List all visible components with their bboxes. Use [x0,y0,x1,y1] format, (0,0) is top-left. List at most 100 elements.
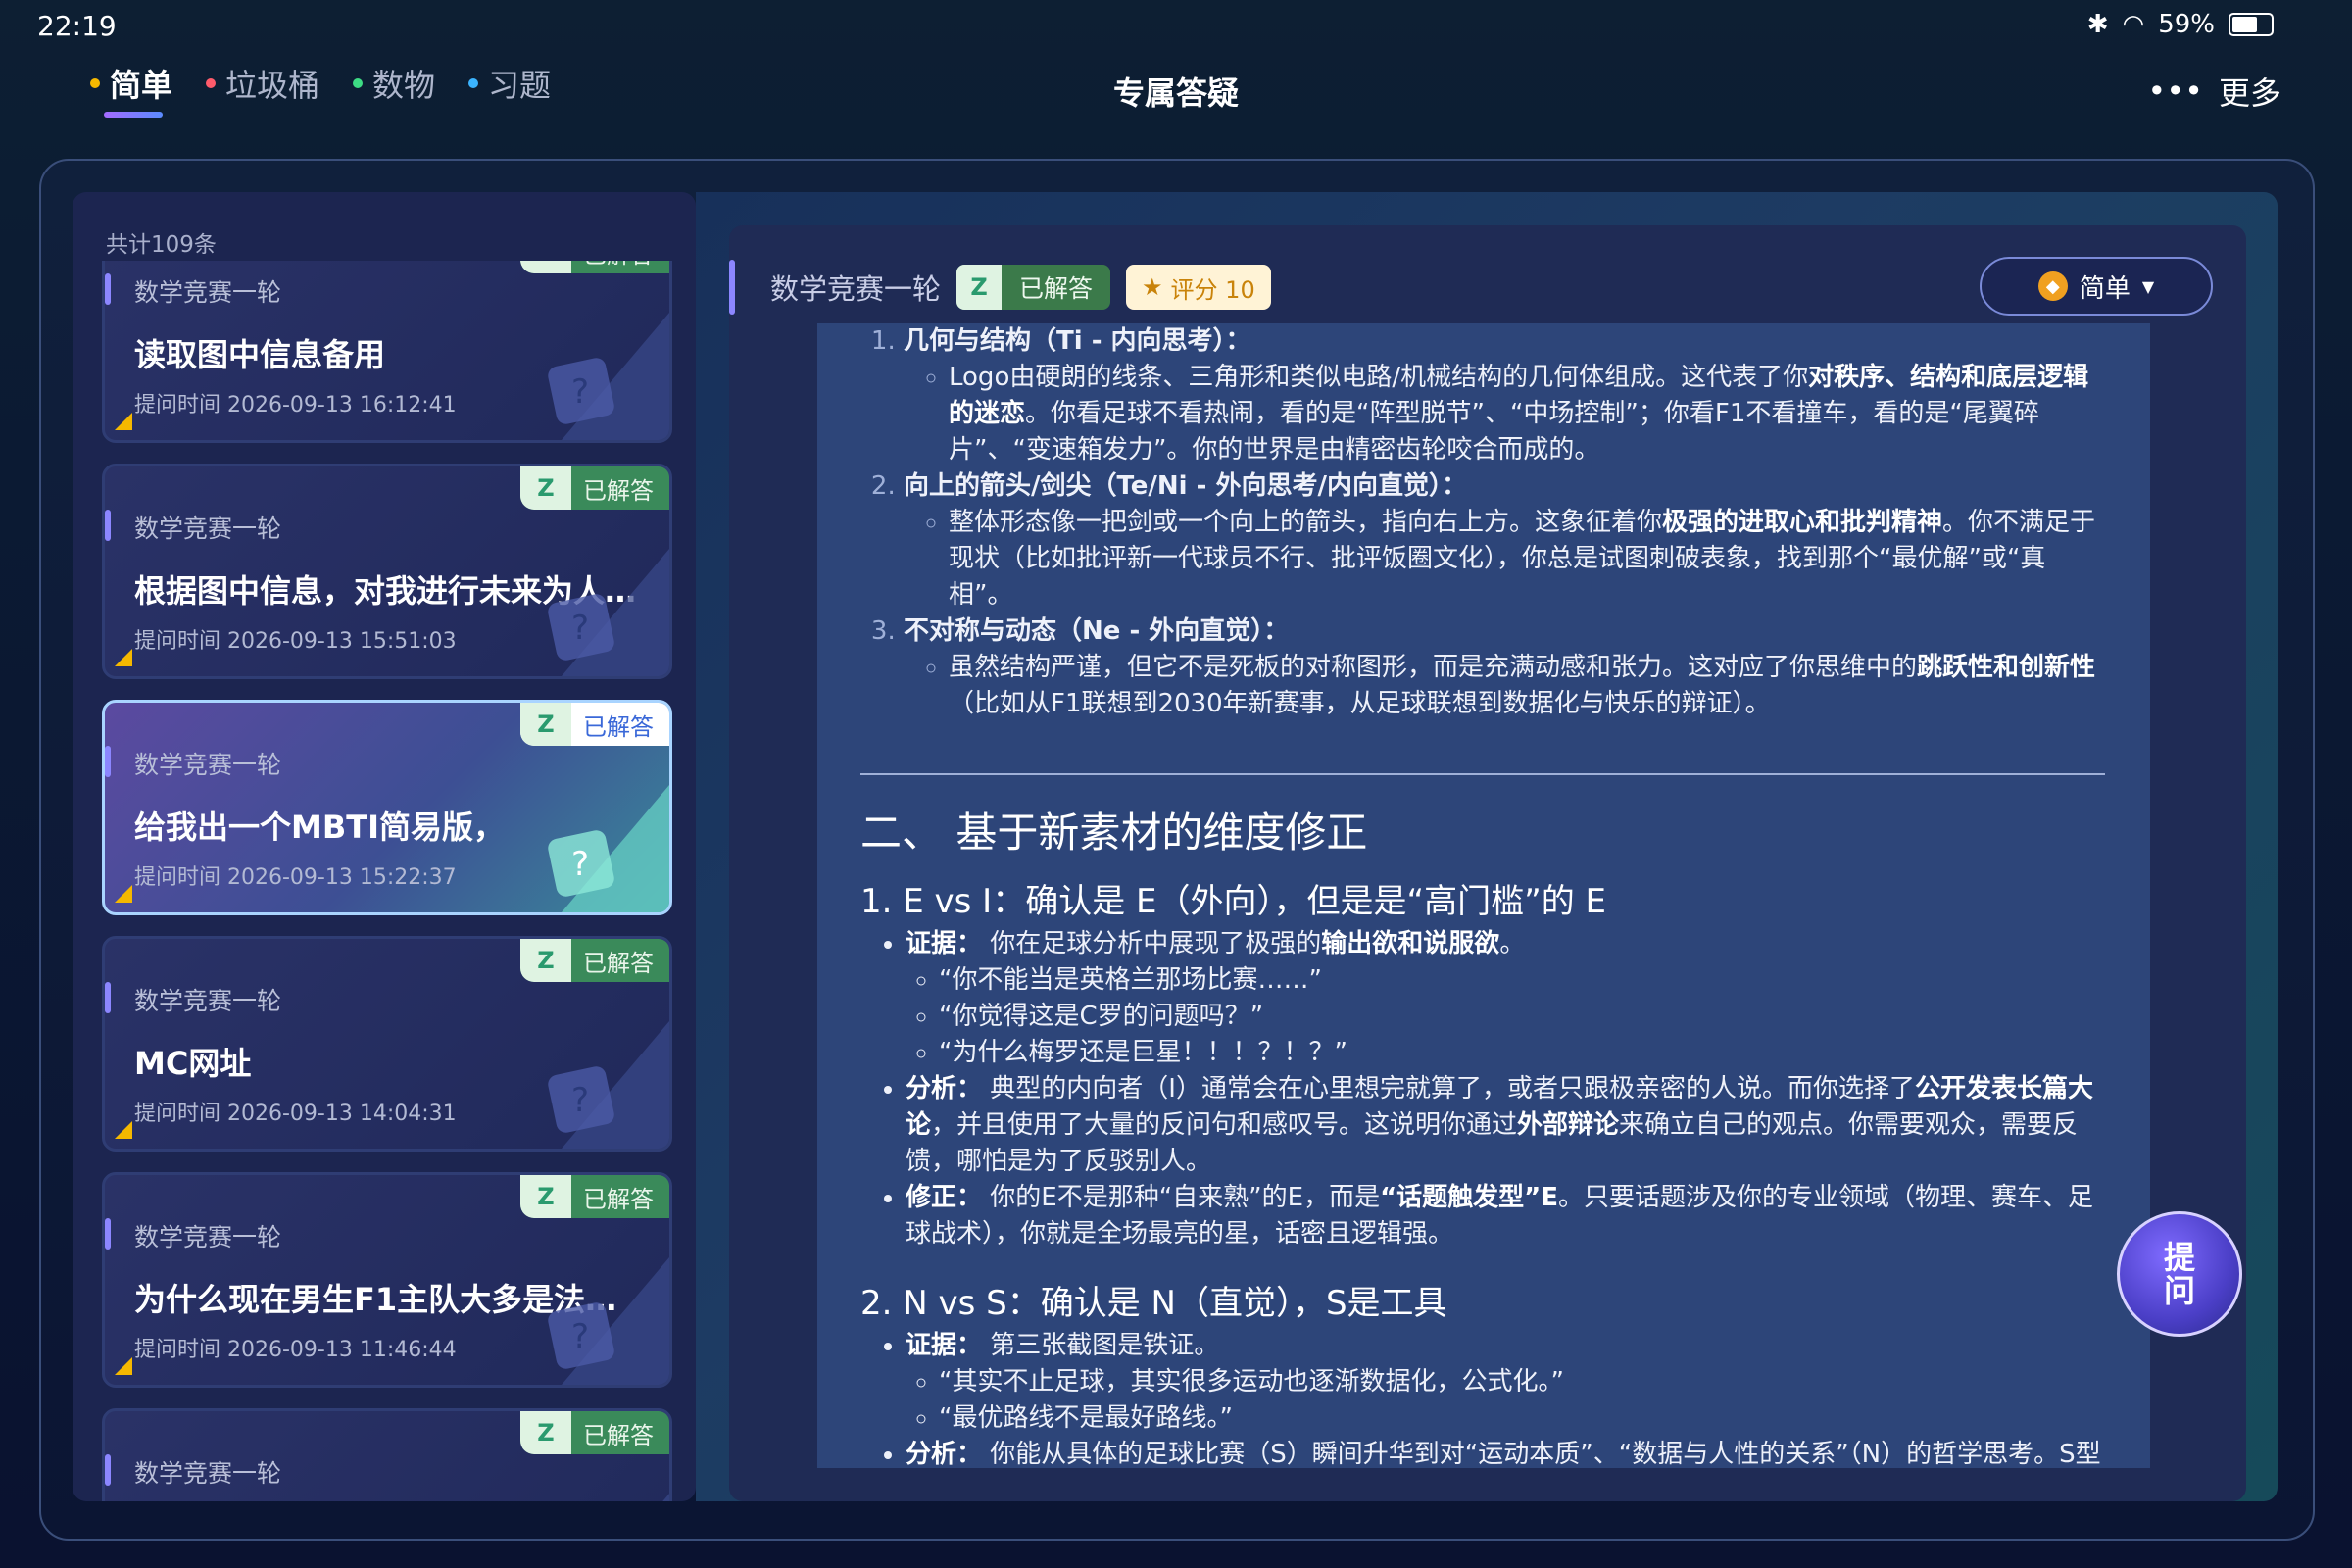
question-card[interactable]: 数学竞赛一轮 读取图中信息备用 提问时间 2026-09-13 16:12:41… [102,261,672,443]
more-dots-icon: ••• [2147,73,2203,110]
answered-badge: Z 已解答 [520,466,669,510]
symbol-item: 几何与结构（Ti - 内向思考）： Logo由硬朗的线条、三角形和类似电路/机械… [904,323,2105,468]
svg-text:?: ? [571,845,589,884]
difficulty-dropdown[interactable]: ◆ 简单 ▼ [1980,257,2213,316]
item-text: 虽然结构严谨，但它不是死板的对称图形，而是充满动感和张力。这对应了你思维中的跳跃… [949,650,2105,722]
item-text: Logo由硬朗的线条、三角形和类似电路/机械结构的几何体组成。这代表了你对秩序、… [949,360,2105,468]
battery-percent: 59% [2158,10,2215,39]
subsection-heading: 2. N vs S：确认是 N（直觉），S是工具 [860,1284,1447,1323]
item-text: 整体形态像一把剑或一个向上的箭头，指向右上方。这象征着你极强的进取心和批判精神。… [949,505,2105,613]
badge-label: 已解答 [571,261,669,270]
badge-label: 已解答 [583,712,654,741]
badge-label: 已解答 [583,476,654,505]
z-avatar-icon: Z [520,1411,571,1454]
symbol-list: 几何与结构（Ti - 内向思考）： Logo由硬朗的线条、三角形和类似电路/机械… [860,323,2105,722]
question-card[interactable]: 数学竞赛一轮 Z 已解答 [102,1408,672,1501]
badge-label: 已解答 [583,1185,654,1213]
fix-item: 修正： 你的E不是那种“自来熟”的E，而是“话题触发型”E。只要话题涉及你的专业… [906,1180,2105,1252]
answered-badge: Z 已解答 [520,939,669,982]
question-card-selected[interactable]: 数学竞赛一轮 给我出一个MBTI简易版， 提问时间 2026-09-13 15:… [102,700,672,915]
card-category: 数学竞赛一轮 [134,1223,282,1251]
ask-question-button[interactable]: 提问 [2117,1211,2242,1337]
card-category: 数学竞赛一轮 [134,987,282,1015]
svg-text:?: ? [571,372,589,412]
status-time: 22:19 [37,10,117,42]
subsection-heading: 1. E vs I：确认是 E（外向），但是是“高门槛”的 E [860,882,1607,921]
battery-icon [2229,13,2274,36]
z-avatar-icon: Z [956,265,1003,310]
quote-item: “你不能当是英格兰那场比赛……” [939,962,2105,999]
status-bar: 22:19 ✱ ◠ 59% [0,0,2352,51]
card-accent-bar [105,1454,111,1486]
answer-body: 几何与结构（Ti - 内向思考）： Logo由硬朗的线条、三角形和类似电路/机械… [860,323,2105,1468]
answer-header: 数学竞赛一轮 Z 已解答 ★ 评分 10 [729,257,1271,318]
answered-badge: Z 已解答 [520,1411,669,1454]
item-heading: 向上的箭头/剑尖（Te/Ni - 外向思考/内向直觉）： [904,471,1467,501]
card-accent-bar [105,273,111,305]
card-accent-bar [105,510,111,541]
score-label: 评分 10 [1170,275,1255,304]
badge-label: 已解答 [583,1421,654,1449]
score-badge: ★ 评分 10 [1126,265,1271,310]
answered-badge: Z 已解答 [520,703,669,746]
tag-icon: ◆ [2037,271,2068,301]
section-heading: 二、 基于新素材的维度修正 [860,808,1368,857]
answered-badge: Z 已解答 [520,1175,669,1218]
answer-category: 数学竞赛一轮 [770,272,942,306]
card-date: 提问时间 2026-09-13 15:22:37 [134,865,457,890]
star-icon: ★ [1142,273,1163,301]
corner-flag-icon [115,1121,132,1139]
card-category: 数学竞赛一轮 [134,1459,282,1488]
evidence-item: 证据： 你在足球分析中展现了极强的输出欲和说服欲。 “你不能当是英格兰那场比赛…… [906,926,2105,1071]
question-count: 共计109条 [106,232,217,258]
question-card[interactable]: 数学竞赛一轮 MC网址 提问时间 2026-09-13 14:04:31 Z 已解… [102,936,672,1152]
more-button[interactable]: ••• 更多 [2147,69,2281,114]
answered-badge: Z 已解答 [956,265,1111,310]
question-cards[interactable]: 数学竞赛一轮 读取图中信息备用 提问时间 2026-09-13 16:12:41… [102,261,674,1501]
wifi-icon: ◠ [2122,10,2145,39]
divider [860,773,2105,775]
card-date: 提问时间 2026-09-13 14:04:31 [134,1102,457,1126]
status-label: 已解答 [1019,274,1094,303]
corner-flag-icon [115,885,132,903]
question-decoration-icon: ? [548,549,669,676]
quote-item: “其实不止足球，其实很多运动也逐渐数据化，公式化。” [939,1364,2105,1400]
card-date: 提问时间 2026-09-13 11:46:44 [134,1338,457,1362]
question-list-sidebar: 共计109条 数学竞赛一轮 读取图中信息备用 提问时间 2026-09-13 1… [73,192,696,1501]
caret-down-icon: ▼ [2141,276,2155,296]
z-avatar-icon: Z [520,1175,571,1218]
analysis-item: 分析： 典型的内向者（I）通常会在心里想完就算了，或者只跟极亲密的人说。而你选择… [906,1071,2105,1180]
z-avatar-icon: Z [520,939,571,982]
difficulty-value: 简单 [2079,273,2131,304]
corner-flag-icon [115,413,132,430]
card-date: 提问时间 2026-09-13 16:12:41 [134,393,457,417]
z-avatar-icon: Z [520,703,571,746]
quote-item: “你觉得这是C罗的问题吗？” [939,999,2105,1035]
card-category: 数学竞赛一轮 [134,278,282,307]
item-heading: 不对称与动态（Ne - 外向直觉）： [904,616,1290,646]
answer-content-scroll[interactable]: 几何与结构（Ti - 内向思考）： Logo由硬朗的线条、三角形和类似电路/机械… [817,323,2150,1468]
question-decoration-icon: ? [548,785,669,912]
question-card[interactable]: 数学竞赛一轮 根据图中信息，对我进行未来为人规划 提问时间 2026-09-13… [102,464,672,679]
question-card[interactable]: 数学竞赛一轮 为什么现在男生F1主队大多是法拉利… 提问时间 2026-09-1… [102,1172,672,1388]
question-decoration-icon: ? [548,1021,669,1149]
z-avatar-icon: Z [520,466,571,510]
status-right: ✱ ◠ 59% [2087,10,2274,39]
card-date: 提问时间 2026-09-13 15:51:03 [134,629,457,654]
badge-label: 已解答 [583,949,654,977]
svg-text:?: ? [571,1081,589,1120]
quote-item: “为什么梅罗还是巨星！！！？！？” [939,1035,2105,1071]
card-accent-bar [105,1218,111,1250]
more-label: 更多 [2218,74,2281,112]
corner-flag-icon [115,649,132,666]
question-decoration-icon: ? [548,313,669,440]
ask-label: 提问 [2163,1239,2195,1309]
corner-flag-icon [115,1357,132,1375]
sub1-list: 证据： 你在足球分析中展现了极强的输出欲和说服欲。 “你不能当是英格兰那场比赛…… [860,926,2105,1252]
z-avatar-icon: Z [520,261,571,273]
page-title: 专属答疑 [1112,74,1239,112]
question-decoration-icon: ? [548,1257,669,1385]
svg-text:?: ? [571,609,589,648]
answered-badge: Z已解答 [520,261,669,273]
card-category: 数学竞赛一轮 [134,751,282,779]
